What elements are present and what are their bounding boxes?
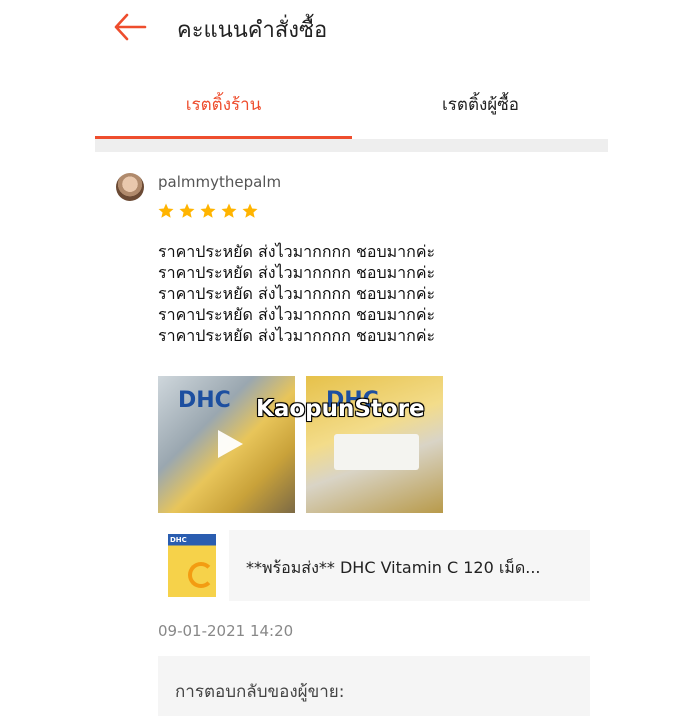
review-timestamp: 09-01-2021 14:20 — [158, 622, 294, 640]
star-rating — [157, 202, 259, 220]
tab-buyer-rating[interactable]: เรตติ้งผู้ซื้อ — [352, 70, 609, 138]
back-button[interactable] — [113, 12, 147, 42]
reviewer-username[interactable]: palmmythepalm — [158, 173, 281, 191]
star-icon — [221, 203, 237, 218]
section-divider — [95, 139, 608, 152]
review-line: ราคาประหยัด ส่งไวมากกกก ชอบมากค่ะ — [158, 326, 436, 345]
pack-logo: DHC — [170, 536, 187, 544]
header-bar: คะแนนคำสั่งซื้อ — [95, 0, 608, 60]
review-text: ราคาประหยัด ส่งไวมากกกก ชอบมากค่ะ ราคาปร… — [158, 241, 435, 346]
store-card-graphic — [334, 434, 419, 470]
product-pack-graphic: DHC — [178, 388, 231, 413]
review-line: ราคาประหยัด ส่งไวมากกกก ชอบมากค่ะ — [158, 305, 436, 324]
product-thumbnail: DHC — [158, 530, 229, 601]
star-icon — [200, 203, 216, 218]
seller-reply-label: การตอบกลับของผู้ขาย: — [175, 682, 345, 702]
star-icon — [179, 203, 195, 218]
product-pack-graphic: DHC — [168, 534, 216, 597]
avatar[interactable] — [116, 173, 144, 201]
tab-shop-rating[interactable]: เรตติ้งร้าน — [95, 70, 352, 138]
seller-reply-box: การตอบกลับของผู้ขาย: — [158, 656, 590, 716]
tab-bar: เรตติ้งร้าน เรตติ้งผู้ซื้อ — [95, 70, 608, 140]
play-icon[interactable] — [211, 426, 247, 462]
store-watermark: KaopunStore — [256, 396, 425, 422]
product-name: **พร้อมส่ง** DHC Vitamin C 120 เม็ด... — [246, 558, 541, 577]
vitamin-c-graphic — [188, 562, 214, 588]
star-icon — [242, 203, 258, 218]
review-line: ราคาประหยัด ส่งไวมากกกก ชอบมากค่ะ — [158, 284, 436, 303]
star-icon — [158, 203, 174, 218]
product-card[interactable]: DHC **พร้อมส่ง** DHC Vitamin C 120 เม็ด.… — [158, 530, 590, 601]
review-line: ราคาประหยัด ส่งไวมากกกก ชอบมากค่ะ — [158, 263, 436, 282]
review-line: ราคาประหยัด ส่งไวมากกกก ชอบมากค่ะ — [158, 242, 436, 261]
arrow-left-icon — [114, 13, 147, 41]
page-title: คะแนนคำสั่งซื้อ — [177, 18, 328, 43]
